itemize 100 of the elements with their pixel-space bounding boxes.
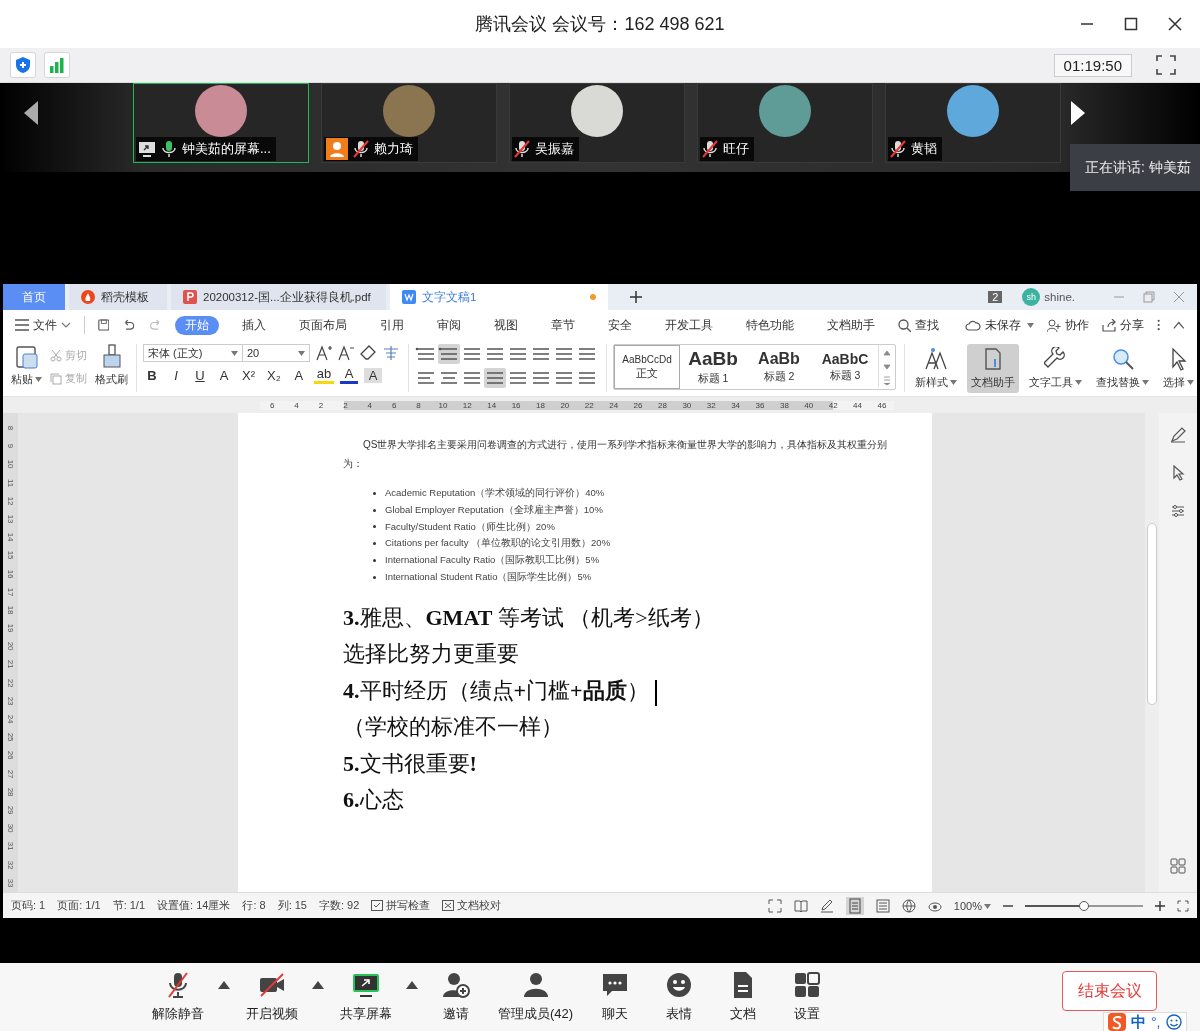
select-button[interactable]: 选择 — [1159, 344, 1198, 393]
book-icon[interactable] — [793, 898, 808, 913]
participant-tile[interactable]: 黄韬 — [885, 83, 1061, 163]
docs-button[interactable]: 文档 — [721, 971, 766, 1023]
grid-icon[interactable] — [1170, 858, 1186, 874]
participant-tile[interactable]: 旺仔 — [697, 83, 873, 163]
ribbon-tab[interactable]: 视图 — [484, 315, 529, 335]
proofread-button[interactable]: 文档校对 — [442, 898, 502, 913]
share-button[interactable]: 分享 — [1102, 317, 1145, 333]
participant-tile[interactable]: 赖力琦 — [321, 83, 497, 163]
collaborate-button[interactable]: 协作 — [1047, 317, 1090, 333]
fit-icon[interactable] — [1177, 899, 1189, 912]
share-button[interactable]: 共享屏幕 — [340, 971, 392, 1023]
pencil-icon[interactable] — [1170, 427, 1186, 443]
text-line: 3.雅思、GMAT 等考试 （机考>纸考） — [343, 603, 715, 632]
numbered-list-icon[interactable] — [438, 344, 460, 364]
members-button[interactable]: 管理成员(42) — [498, 971, 574, 1023]
sliders-icon[interactable] — [1170, 503, 1186, 519]
format-button[interactable]: I — [167, 367, 185, 383]
grow-font-icon[interactable] — [316, 345, 332, 361]
chat-button[interactable]: 聊天 — [593, 971, 638, 1023]
caret-icon[interactable] — [406, 981, 418, 989]
participant-tile[interactable]: 钟美茹的屏幕... — [133, 83, 309, 163]
video-button[interactable]: 开启视频 — [246, 971, 298, 1023]
assistant-button[interactable]: 文档助手 — [967, 344, 1019, 393]
invite-button[interactable]: 邀请 — [434, 971, 478, 1023]
spell-check-button[interactable]: 拼写检查 — [371, 898, 431, 913]
ribbon-tab[interactable]: 章节 — [541, 315, 586, 335]
document-tab[interactable]: 20200312-国...企业获得良机.pdf — [171, 284, 386, 310]
format-button[interactable]: U — [191, 367, 209, 383]
format-button[interactable]: ab — [313, 366, 335, 384]
zoom-level[interactable]: 100% — [953, 899, 991, 912]
save-icon[interactable] — [97, 318, 110, 332]
style-preset[interactable]: AaBbCcDd 正文 — [614, 345, 680, 389]
signal-button[interactable] — [44, 52, 70, 78]
next-arrow-icon[interactable] — [1071, 101, 1085, 125]
format-button[interactable]: A — [215, 367, 233, 383]
participant-tile[interactable]: 吴振嘉 — [509, 83, 685, 163]
format-button[interactable]: X² — [239, 367, 258, 383]
globe-icon[interactable] — [901, 898, 916, 913]
document-tab[interactable]: 文字文稿1 — [390, 284, 608, 310]
document-tab[interactable]: 稻壳模板 — [69, 284, 167, 310]
fullscreen-icon[interactable] — [767, 898, 782, 913]
format-button[interactable]: A — [364, 367, 383, 383]
end-meeting-button[interactable]: 结束会议 — [1062, 971, 1157, 1011]
ribbon-tab[interactable]: 插入 — [232, 315, 277, 335]
format-button[interactable]: B — [143, 367, 161, 383]
mute-button[interactable]: 解除静音 — [152, 971, 204, 1023]
maximize-icon[interactable] — [1124, 17, 1138, 31]
pinyin-icon[interactable] — [382, 345, 400, 361]
settings-button[interactable]: 设置 — [785, 971, 830, 1023]
zoom-in-icon[interactable] — [1155, 900, 1165, 911]
collapse-icon[interactable] — [1173, 320, 1185, 330]
fullscreen-icon[interactable] — [1156, 55, 1176, 75]
caret-icon[interactable] — [218, 981, 230, 989]
find-button[interactable]: 查找替换 — [1092, 344, 1153, 393]
format-button[interactable]: A — [289, 367, 308, 383]
previous-arrow-icon[interactable] — [24, 101, 38, 125]
undo-icon[interactable] — [122, 318, 136, 332]
style-preset[interactable]: AaBb 标题 1 — [680, 345, 746, 389]
ribbon-tab[interactable]: 文档助手 — [817, 315, 886, 335]
input-method-indicator[interactable]: 中 °, — [1103, 1012, 1187, 1031]
vertical-ruler[interactable]: 8 9 10 11 12 13 14 15 16 17 18 19 20 21 22 23 24 25 26 27 28 29 30 31 32 33 — [3, 413, 18, 892]
justify-icon[interactable] — [484, 368, 506, 388]
window-count-badge[interactable]: 2 — [988, 291, 1003, 303]
font-name-field[interactable]: 宋体 (正文) — [143, 344, 243, 362]
newstyle-button[interactable]: 新样式 — [911, 344, 961, 393]
eraser-icon[interactable] — [360, 345, 376, 361]
shrink-font-icon[interactable] — [338, 345, 354, 361]
search-command[interactable]: 查找 — [898, 317, 940, 333]
ribbon-tab[interactable]: 安全 — [598, 315, 643, 335]
user-name[interactable]: shine. — [1044, 291, 1075, 303]
scrollbar[interactable] — [1145, 413, 1159, 892]
emoji-button[interactable]: 表情 — [657, 971, 702, 1023]
zoom-slider-thumb[interactable] — [1079, 900, 1089, 911]
paste-button[interactable]: 粘贴 — [11, 344, 42, 392]
style-preset[interactable]: AaBb 标题 2 — [746, 345, 812, 389]
format-painter-button[interactable]: 格式刷 — [95, 344, 128, 392]
page-view-icon[interactable] — [845, 896, 864, 915]
more-icon[interactable] — [1157, 318, 1161, 332]
ribbon-tab[interactable]: 页面布局 — [289, 315, 358, 335]
wrench-button[interactable]: 文字工具 — [1025, 344, 1086, 393]
file-menu[interactable]: 文件 — [15, 317, 71, 333]
security-button[interactable] — [10, 52, 36, 78]
save-status[interactable]: 未保存 — [965, 317, 1035, 333]
pen-icon[interactable] — [819, 898, 834, 913]
format-button[interactable]: X₂ — [264, 367, 284, 383]
caret-icon[interactable] — [312, 981, 324, 989]
new-tab-icon[interactable] — [630, 291, 642, 303]
cursor-icon[interactable] — [1170, 465, 1186, 481]
ribbon-tab[interactable]: 特色功能 — [736, 315, 805, 335]
close-icon[interactable] — [1168, 17, 1182, 31]
style-preset[interactable]: AaBbC 标题 3 — [812, 345, 878, 389]
font-size-field[interactable]: 20 — [242, 344, 310, 362]
ribbon-tab[interactable]: 引用 — [370, 315, 415, 335]
horizontal-ruler[interactable]: 6 4 2 2 4 6 8 10 12 14 16 18 20 22 24 26 28 30 32 34 36 38 40 42 44 46 — [260, 400, 895, 410]
format-button[interactable]: A — [340, 366, 359, 384]
outline-icon[interactable] — [875, 898, 890, 913]
ribbon-tab[interactable]: 开发工具 — [655, 315, 724, 335]
ribbon-tab[interactable]: 审阅 — [427, 315, 472, 335]
